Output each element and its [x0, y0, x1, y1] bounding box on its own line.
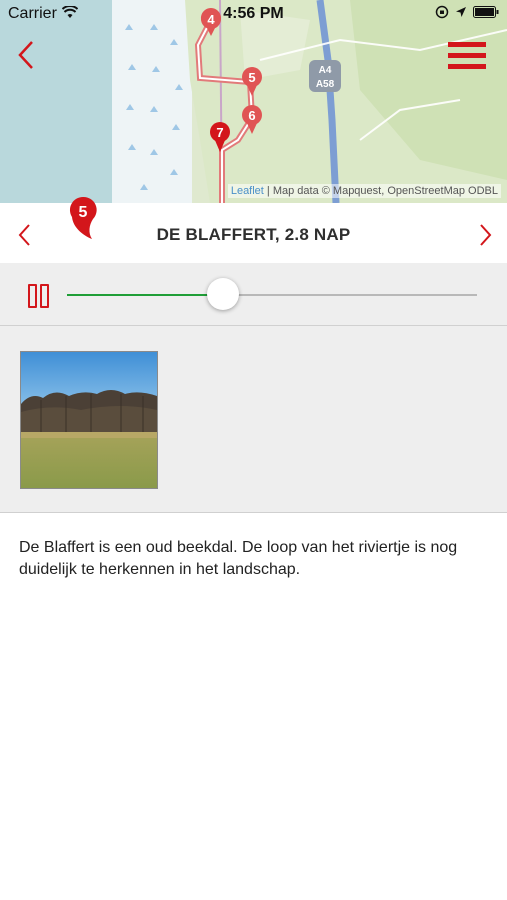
photo-gallery: [0, 326, 507, 513]
status-bar: Carrier 4:56 PM: [0, 0, 507, 28]
map-attribution: Leaflet | Map data © Mapquest, OpenStree…: [227, 184, 501, 198]
svg-text:5: 5: [248, 70, 255, 85]
battery-icon: [473, 6, 499, 18]
stop-description: De Blaffert is een oud beekdal. De loop …: [19, 539, 458, 578]
stop-number: 5: [79, 204, 88, 221]
meadow-photo-icon: [21, 352, 157, 488]
attribution-text: | Map data © Mapquest, OpenStreetMap ODB…: [263, 185, 498, 197]
next-stop-chevron-icon[interactable]: [472, 221, 496, 249]
menu-hamburger-icon[interactable]: [448, 42, 486, 70]
audio-progress-track[interactable]: [67, 278, 477, 310]
svg-text:7: 7: [216, 125, 223, 140]
orientation-lock-icon: [435, 5, 449, 19]
pause-icon[interactable]: [28, 284, 52, 308]
map-tiles: A4 A58 4 5 6 7: [0, 0, 507, 203]
leaflet-link[interactable]: Leaflet: [231, 185, 264, 197]
location-arrow-icon: [456, 7, 466, 17]
map-view[interactable]: A4 A58 4 5 6 7 Carrier 4:56 PM Leaflet |…: [0, 0, 507, 203]
svg-text:6: 6: [248, 108, 255, 123]
audio-player: [0, 263, 507, 326]
gallery-photo-thumbnail[interactable]: [20, 351, 158, 489]
stop-title-bar: 5 DE BLAFFERT, 2.8 NAP: [0, 196, 507, 263]
audio-progress-fill: [67, 294, 223, 296]
road-shield-a58: A58: [316, 79, 335, 90]
back-chevron-icon[interactable]: [14, 38, 44, 72]
audio-scrubber-thumb[interactable]: [206, 278, 239, 310]
clock: 4:56 PM: [223, 5, 284, 22]
stop-title: DE BLAFFERT, 2.8 NAP: [156, 225, 351, 244]
road-shield-a4: A4: [319, 65, 332, 76]
